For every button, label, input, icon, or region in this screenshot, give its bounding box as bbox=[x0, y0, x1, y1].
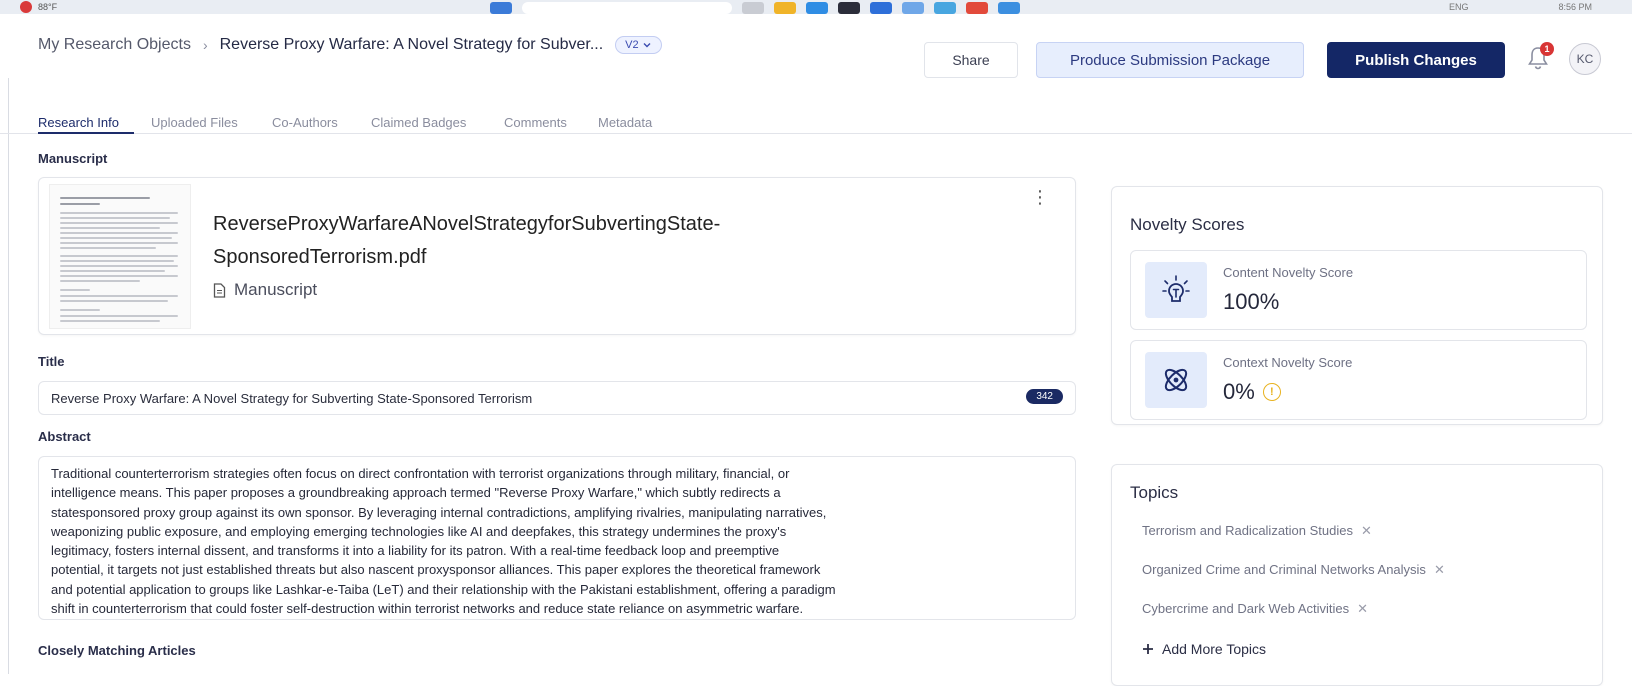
abstract-text: Traditional counterterrorism strategies … bbox=[51, 464, 1063, 618]
abstract-line: legitimacy, fosters internal dissent, an… bbox=[51, 543, 780, 559]
topic-chip: Terrorism and Radicalization Studies ✕ bbox=[1142, 523, 1372, 539]
abstract-line: Traditional counterterrorism strategies … bbox=[51, 466, 790, 481]
add-topics-label: Add More Topics bbox=[1162, 641, 1267, 657]
abstract-line: shift in counterterrorism that could fos… bbox=[51, 601, 804, 617]
document-icon bbox=[213, 282, 226, 298]
settings-icon[interactable] bbox=[902, 2, 924, 14]
topic-label: Cybercrime and Dark Web Activities bbox=[1142, 601, 1350, 616]
breadcrumb: My Research Objects › Reverse Proxy Warf… bbox=[38, 36, 662, 54]
pdf-thumbnail[interactable] bbox=[49, 184, 191, 329]
title-input[interactable]: Reverse Proxy Warfare: A Novel Strategy … bbox=[38, 381, 1076, 415]
add-topics-button[interactable]: Add More Topics bbox=[1142, 641, 1266, 657]
filename-line-2: SponsoredTerrorism.pdf bbox=[213, 246, 427, 268]
edge-browser-icon[interactable] bbox=[806, 2, 828, 14]
chevron-down-icon bbox=[643, 43, 651, 48]
terminal-icon[interactable] bbox=[838, 2, 860, 14]
context-novelty-value: 0% ! bbox=[1223, 379, 1281, 405]
app-frame: My Research Objects › Reverse Proxy Warf… bbox=[0, 14, 1632, 686]
atom-icon bbox=[1145, 352, 1207, 408]
abstract-section-label: Abstract bbox=[38, 429, 91, 444]
system-tray: ENG 8:56 PM bbox=[1449, 0, 1592, 14]
notification-count-badge: 1 bbox=[1540, 42, 1554, 56]
breadcrumb-separator-icon: › bbox=[202, 37, 208, 53]
topic-label: Organized Crime and Criminal Networks An… bbox=[1142, 562, 1426, 577]
version-label: V2 bbox=[625, 39, 639, 51]
windows-start-icon[interactable] bbox=[490, 2, 512, 14]
abstract-line: weaponizing public exposure, and employi… bbox=[51, 523, 787, 539]
breadcrumb-root-link[interactable]: My Research Objects bbox=[38, 36, 191, 54]
weather-widget[interactable]: 88°F bbox=[20, 0, 57, 14]
manuscript-type: Manuscript bbox=[213, 280, 317, 300]
taskbar-search[interactable] bbox=[522, 2, 732, 14]
user-avatar[interactable]: KC bbox=[1569, 43, 1601, 75]
tab-metadata[interactable]: Metadata bbox=[598, 115, 652, 130]
manuscript-card[interactable]: ReverseProxyWarfareANovelStrategyforSubv… bbox=[38, 177, 1076, 335]
topic-chip: Cybercrime and Dark Web Activities ✕ bbox=[1142, 601, 1368, 617]
left-divider bbox=[8, 54, 9, 674]
topics-title: Topics bbox=[1130, 483, 1179, 502]
store-icon[interactable] bbox=[934, 2, 956, 14]
title-section-label: Title bbox=[38, 354, 65, 369]
manuscript-section-label: Manuscript bbox=[38, 151, 108, 166]
os-taskbar: 88°F ENG 8:56 PM bbox=[0, 0, 1632, 14]
tab-uploaded-files[interactable]: Uploaded Files bbox=[151, 115, 238, 130]
clock[interactable]: 8:56 PM bbox=[1558, 2, 1592, 12]
tab-comments[interactable]: Comments bbox=[504, 115, 567, 130]
closely-matching-label: Closely Matching Articles bbox=[38, 643, 196, 658]
topic-chip: Organized Crime and Criminal Networks An… bbox=[1142, 562, 1445, 578]
context-novelty-percent: 0% bbox=[1223, 379, 1255, 404]
content-novelty-value: 100% bbox=[1223, 289, 1279, 315]
novelty-scores-card: Novelty Scores Content Novelty Score 100… bbox=[1111, 186, 1603, 425]
taskbar-apps bbox=[490, 2, 1020, 14]
more-options-icon[interactable]: ⋮ bbox=[1031, 188, 1049, 206]
plus-icon bbox=[1143, 644, 1153, 654]
language-indicator[interactable]: ENG bbox=[1449, 2, 1469, 12]
abstract-line: intelligence means. This paper proposes … bbox=[51, 485, 781, 501]
remove-topic-icon[interactable]: ✕ bbox=[1357, 601, 1368, 616]
abstract-line: potential, it targets not just establish… bbox=[51, 562, 821, 578]
content-novelty-label: Content Novelty Score bbox=[1223, 265, 1354, 280]
produce-submission-button[interactable]: Produce Submission Package bbox=[1036, 42, 1304, 78]
filename-line-1: ReverseProxyWarfareANovelStrategyforSubv… bbox=[213, 213, 721, 235]
content-novelty-box: Content Novelty Score 100% bbox=[1130, 250, 1587, 330]
topic-label: Terrorism and Radicalization Studies bbox=[1142, 523, 1353, 538]
tab-claimed-badges[interactable]: Claimed Badges bbox=[371, 115, 466, 130]
novelty-title: Novelty Scores bbox=[1130, 215, 1245, 234]
manuscript-type-label: Manuscript bbox=[234, 280, 318, 299]
mail-icon[interactable] bbox=[998, 2, 1020, 14]
warning-info-icon[interactable]: ! bbox=[1262, 383, 1281, 401]
lightbulb-icon bbox=[1145, 262, 1207, 318]
manuscript-filename[interactable]: ReverseProxyWarfareANovelStrategyforSubv… bbox=[213, 208, 833, 274]
weather-temp: 88°F bbox=[38, 2, 58, 12]
word-icon[interactable] bbox=[870, 2, 892, 14]
weather-icon bbox=[20, 1, 32, 13]
version-dropdown[interactable]: V2 bbox=[615, 36, 662, 54]
chrome-icon[interactable] bbox=[966, 2, 988, 14]
remove-topic-icon[interactable]: ✕ bbox=[1434, 562, 1445, 577]
tab-co-authors[interactable]: Co-Authors bbox=[272, 115, 338, 130]
active-tab-indicator bbox=[38, 132, 134, 134]
abstract-line: and potential application to groups like… bbox=[51, 581, 836, 597]
character-count-badge: 342 bbox=[1026, 389, 1063, 404]
file-explorer-icon[interactable] bbox=[774, 2, 796, 14]
topics-card: Topics Terrorism and Radicalization Stud… bbox=[1111, 464, 1603, 686]
context-novelty-box: Context Novelty Score 0% ! bbox=[1130, 340, 1587, 420]
tab-research-info[interactable]: Research Info bbox=[38, 115, 119, 130]
share-button[interactable]: Share bbox=[924, 42, 1018, 78]
context-novelty-label: Context Novelty Score bbox=[1223, 355, 1353, 370]
title-value: Reverse Proxy Warfare: A Novel Strategy … bbox=[51, 391, 533, 406]
abstract-line: statesponsored proxy group against its o… bbox=[51, 504, 827, 520]
task-view-icon[interactable] bbox=[742, 2, 764, 14]
content-novelty-percent: 100% bbox=[1223, 289, 1280, 314]
abstract-textarea[interactable]: Traditional counterterrorism strategies … bbox=[38, 456, 1076, 620]
header-bar: My Research Objects › Reverse Proxy Warf… bbox=[0, 14, 1632, 78]
breadcrumb-current: Reverse Proxy Warfare: A Novel Strategy … bbox=[219, 36, 604, 53]
remove-topic-icon[interactable]: ✕ bbox=[1361, 523, 1372, 538]
tab-bar: Research Info Uploaded Files Co-Authors … bbox=[0, 99, 1632, 134]
publish-changes-button[interactable]: Publish Changes bbox=[1327, 42, 1505, 78]
